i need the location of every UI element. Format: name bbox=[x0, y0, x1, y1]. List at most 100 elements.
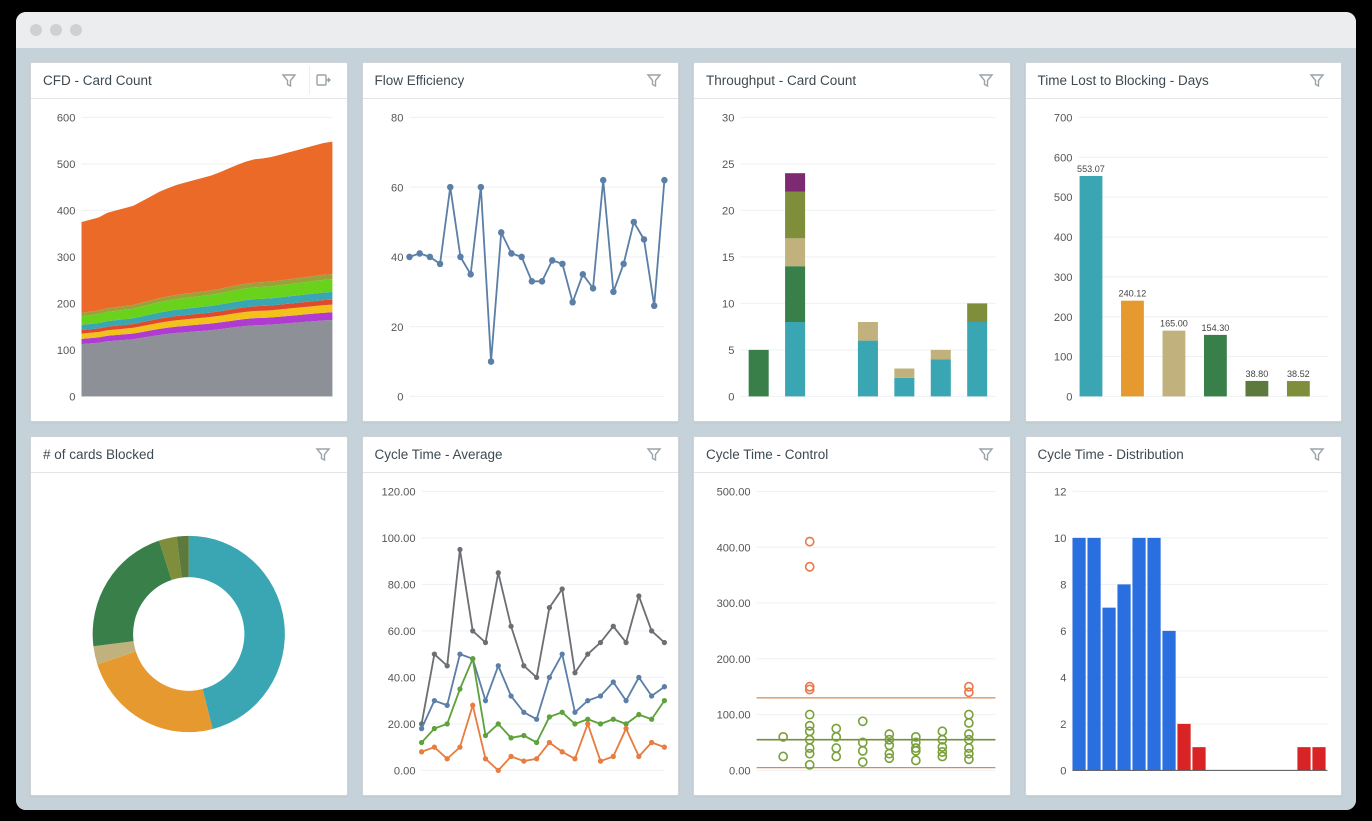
filter-icon[interactable] bbox=[309, 440, 337, 468]
card-title: Flow Efficiency bbox=[375, 73, 465, 88]
svg-text:0.00: 0.00 bbox=[729, 765, 751, 777]
card-actions bbox=[1303, 66, 1331, 94]
dashboard-card-flow: Flow Efficiency 020406080 bbox=[362, 62, 680, 422]
svg-text:0: 0 bbox=[397, 391, 403, 403]
filter-icon[interactable] bbox=[640, 440, 668, 468]
card-header: Time Lost to Blocking - Days bbox=[1026, 63, 1342, 99]
card-header: # of cards Blocked bbox=[31, 437, 347, 473]
svg-text:200.00: 200.00 bbox=[717, 653, 751, 665]
dashboard-card-throughput: Throughput - Card Count 0 5 10 15 20 25 30 bbox=[693, 62, 1011, 422]
card-actions bbox=[309, 440, 337, 468]
card-title: # of cards Blocked bbox=[43, 447, 154, 462]
filter-icon[interactable] bbox=[1303, 440, 1331, 468]
card-title: Throughput - Card Count bbox=[706, 73, 856, 88]
card-actions bbox=[275, 66, 337, 94]
svg-text:12: 12 bbox=[1054, 486, 1066, 498]
svg-text:100: 100 bbox=[1053, 351, 1072, 363]
svg-text:0: 0 bbox=[728, 391, 734, 403]
chart-body: 024681012 bbox=[1026, 473, 1342, 795]
card-title: Cycle Time - Control bbox=[706, 447, 828, 462]
svg-text:60.00: 60.00 bbox=[387, 625, 415, 637]
svg-text:80: 80 bbox=[391, 112, 403, 124]
svg-text:200: 200 bbox=[57, 298, 76, 310]
card-header: Throughput - Card Count bbox=[694, 63, 1010, 99]
svg-text:100: 100 bbox=[57, 344, 76, 356]
card-title: Time Lost to Blocking - Days bbox=[1038, 73, 1209, 88]
svg-text:600: 600 bbox=[57, 112, 76, 124]
card-actions bbox=[640, 440, 668, 468]
dashboard-grid: CFD - Card Count 0100200300400500600 Flo… bbox=[16, 48, 1356, 810]
dashboard-card-cfd: CFD - Card Count 0100200300400500600 bbox=[30, 62, 348, 422]
dashboard-card-blocked: # of cards Blocked bbox=[30, 436, 348, 796]
svg-text:600: 600 bbox=[1053, 152, 1072, 164]
svg-text:300: 300 bbox=[57, 251, 76, 263]
dashboard-card-ctavg: Cycle Time - Average 0.0020.0040.0060.00… bbox=[362, 436, 680, 796]
svg-text:10: 10 bbox=[1054, 532, 1066, 544]
chart-svg: 0100200300400500600 bbox=[37, 105, 341, 415]
svg-text:4: 4 bbox=[1060, 672, 1066, 684]
svg-text:10: 10 bbox=[722, 298, 734, 310]
chart-body: 0 5 10 15 20 25 30 bbox=[694, 99, 1010, 421]
svg-text:38.52: 38.52 bbox=[1286, 368, 1309, 378]
svg-text:400: 400 bbox=[1053, 232, 1072, 244]
card-header: Cycle Time - Average bbox=[363, 437, 679, 473]
svg-text:40.00: 40.00 bbox=[387, 672, 415, 684]
svg-text:80.00: 80.00 bbox=[387, 579, 415, 591]
svg-text:200: 200 bbox=[1053, 311, 1072, 323]
card-title: CFD - Card Count bbox=[43, 73, 152, 88]
svg-text:500: 500 bbox=[57, 158, 76, 170]
svg-text:300.00: 300.00 bbox=[717, 598, 751, 610]
window-min-dot[interactable] bbox=[50, 24, 62, 36]
filter-icon[interactable] bbox=[972, 66, 1000, 94]
window-max-dot[interactable] bbox=[70, 24, 82, 36]
filter-icon[interactable] bbox=[275, 66, 303, 94]
svg-text:60: 60 bbox=[391, 182, 403, 194]
svg-text:300: 300 bbox=[1053, 271, 1072, 283]
chart-svg: 020406080 bbox=[369, 105, 673, 415]
svg-text:30: 30 bbox=[722, 112, 734, 124]
chart-svg: 024681012 bbox=[1032, 479, 1336, 789]
window-close-dot[interactable] bbox=[30, 24, 42, 36]
chart-body: 0100200300400500600700553.07240.12165.00… bbox=[1026, 99, 1342, 421]
dashboard-card-lost: Time Lost to Blocking - Days 0 100 200 300 4… bbox=[1025, 62, 1343, 422]
svg-text:20: 20 bbox=[722, 205, 734, 217]
svg-text:8: 8 bbox=[1060, 579, 1066, 591]
filter-icon[interactable] bbox=[1303, 66, 1331, 94]
export-icon[interactable] bbox=[309, 66, 337, 94]
svg-text:5: 5 bbox=[728, 344, 734, 356]
chart-body: 0.00100.00200.00300.00400.00500.00 bbox=[694, 473, 1010, 795]
card-header: Flow Efficiency bbox=[363, 63, 679, 99]
svg-text:100.00: 100.00 bbox=[381, 532, 415, 544]
svg-text:2: 2 bbox=[1060, 718, 1066, 730]
svg-text:38.80: 38.80 bbox=[1245, 368, 1268, 378]
card-title: Cycle Time - Average bbox=[375, 447, 503, 462]
svg-text:25: 25 bbox=[722, 158, 734, 170]
svg-text:6: 6 bbox=[1060, 625, 1066, 637]
card-header: CFD - Card Count bbox=[31, 63, 347, 99]
svg-text:400.00: 400.00 bbox=[717, 542, 751, 554]
card-actions bbox=[972, 66, 1000, 94]
chart-svg: 0 5 10 15 20 25 30 bbox=[700, 105, 1004, 415]
svg-text:15: 15 bbox=[722, 251, 734, 263]
chart-body: 020406080 bbox=[363, 99, 679, 421]
svg-text:400: 400 bbox=[57, 205, 76, 217]
svg-text:0: 0 bbox=[1066, 391, 1072, 403]
card-title: Cycle Time - Distribution bbox=[1038, 447, 1184, 462]
svg-text:154.30: 154.30 bbox=[1201, 322, 1229, 332]
svg-text:240.12: 240.12 bbox=[1118, 288, 1146, 298]
chart-svg bbox=[37, 479, 341, 789]
filter-icon[interactable] bbox=[640, 66, 668, 94]
chart-body: 0100200300400500600 bbox=[31, 99, 347, 421]
app-window: CFD - Card Count 0100200300400500600 Flo… bbox=[16, 12, 1356, 810]
chart-body: 0.0020.0040.0060.0080.00100.00120.00 bbox=[363, 473, 679, 795]
chart-svg: 0.00100.00200.00300.00400.00500.00 bbox=[700, 479, 1004, 789]
svg-text:500.00: 500.00 bbox=[717, 486, 751, 498]
svg-text:700: 700 bbox=[1053, 112, 1072, 124]
filter-icon[interactable] bbox=[972, 440, 1000, 468]
svg-text:20.00: 20.00 bbox=[387, 718, 415, 730]
svg-text:120.00: 120.00 bbox=[381, 486, 415, 498]
card-header: Cycle Time - Distribution bbox=[1026, 437, 1342, 473]
svg-text:553.07: 553.07 bbox=[1077, 163, 1105, 173]
dashboard-card-ctdist: Cycle Time - Distribution 024681012 bbox=[1025, 436, 1343, 796]
chart-svg: 0100200300400500600700553.07240.12165.00… bbox=[1032, 105, 1336, 415]
